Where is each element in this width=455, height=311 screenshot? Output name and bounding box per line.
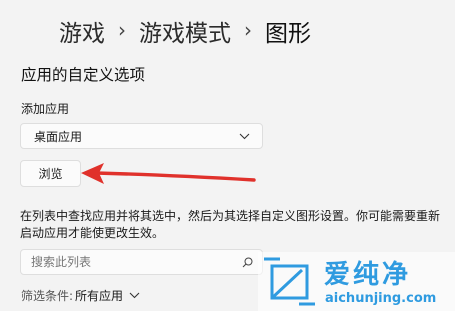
description-text: 在列表中查找应用并将其选中，然后为其选择自定义图形设置。你可能需要重新启动应用才… bbox=[20, 209, 441, 240]
chevron-down-icon bbox=[129, 292, 140, 299]
filter-label: 筛选条件: bbox=[21, 289, 74, 303]
annotation-arrow-shaft bbox=[94, 171, 256, 182]
breadcrumb-graphics: 图形 bbox=[265, 21, 311, 47]
app-type-value: 桌面应用 bbox=[34, 129, 83, 144]
browse-button[interactable]: 浏览 bbox=[20, 160, 81, 187]
breadcrumb-separator: › bbox=[118, 18, 126, 42]
watermark-logo-icon bbox=[264, 257, 315, 306]
breadcrumb-games[interactable]: 游戏 bbox=[59, 14, 105, 48]
watermark: 爱纯净 aichunjing.com bbox=[258, 252, 455, 311]
chevron-down-icon bbox=[239, 133, 250, 139]
breadcrumb: 游戏 › 游戏模式 › 图形 bbox=[59, 14, 311, 48]
search-box[interactable] bbox=[20, 249, 263, 275]
filter-value: 所有应用 bbox=[75, 289, 124, 303]
section-title: 应用的自定义选项 bbox=[21, 66, 146, 84]
watermark-title: 爱纯净 bbox=[324, 260, 412, 290]
add-app-label: 添加应用 bbox=[21, 102, 70, 116]
breadcrumb-separator: › bbox=[244, 18, 252, 42]
watermark-url: aichunjing.com bbox=[325, 291, 437, 306]
breadcrumb-game-mode[interactable]: 游戏模式 bbox=[139, 14, 231, 48]
search-input[interactable] bbox=[31, 255, 231, 269]
app-type-dropdown[interactable]: 桌面应用 bbox=[20, 123, 263, 149]
filter-dropdown[interactable]: 筛选条件: 所有应用 bbox=[21, 287, 140, 304]
search-icon bbox=[242, 257, 253, 267]
browse-button-label: 浏览 bbox=[38, 167, 63, 181]
annotation-arrow bbox=[81, 163, 256, 184]
